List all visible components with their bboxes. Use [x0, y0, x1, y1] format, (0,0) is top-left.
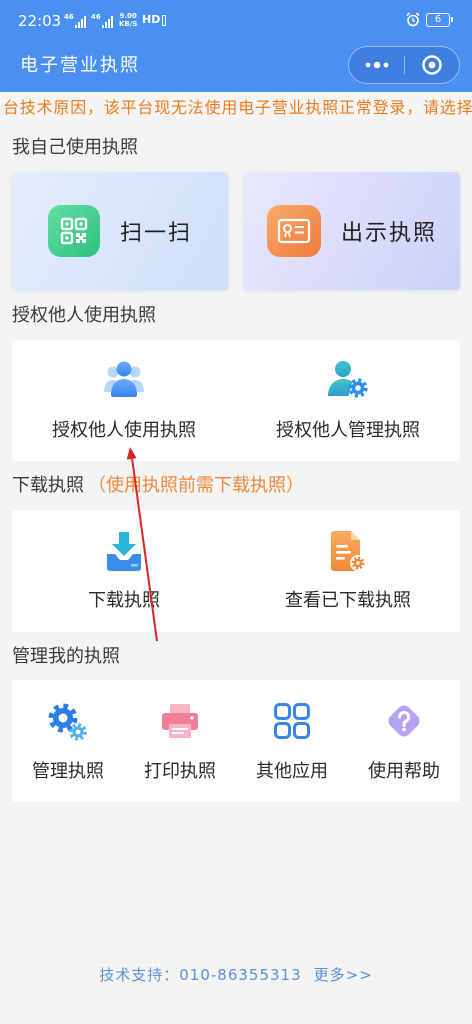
qr-code-icon: [47, 205, 100, 257]
other-apps-button[interactable]: 其他应用: [236, 680, 348, 802]
target-circle-icon: [421, 55, 442, 75]
exit-button[interactable]: [404, 47, 459, 83]
section-title-manage: 管理我的执照: [12, 646, 120, 667]
download-license-label: 下载执照: [88, 590, 160, 611]
authorize-use-label: 授权他人使用执照: [52, 420, 196, 441]
manage-panel: 管理执照 打印执照 其他应用 使用帮助: [12, 680, 460, 802]
print-license-button[interactable]: 打印执照: [124, 680, 236, 802]
show-license-label: 出示执照: [340, 221, 437, 246]
download-license-button[interactable]: 下载执照: [12, 510, 236, 632]
battery-icon: 6: [426, 13, 453, 27]
nav-header: 电子营业执照: [0, 40, 472, 92]
network-type: 46: [91, 13, 101, 21]
more-button[interactable]: [349, 47, 404, 83]
gears-icon: [48, 703, 87, 741]
section-title-authorize: 授权他人使用执照: [12, 305, 156, 326]
mini-program-capsule: [348, 46, 460, 84]
show-license-button[interactable]: 出示执照: [244, 172, 460, 290]
help-label: 使用帮助: [368, 761, 440, 782]
footer-support: 技术支持：010-86355313 更多>>: [0, 962, 472, 988]
license-card-icon: [266, 205, 321, 257]
download-panel: 下载执照 查看已下载执照: [12, 510, 460, 632]
download-hint: （使用执照前需下载执照）: [88, 475, 304, 496]
printer-icon: [162, 704, 198, 738]
status-bar: 22:03 46 46 9.00 KB/S HD 6: [0, 0, 472, 40]
network-type: 46: [64, 13, 74, 21]
download-title: 下载执照: [12, 475, 84, 496]
authorize-manage-button[interactable]: 授权他人管理执照: [236, 340, 460, 461]
section-title-self-use: 我自己使用执照: [12, 137, 138, 158]
help-icon: [388, 705, 420, 737]
section-title-download: 下载执照 （使用执照前需下载执照）: [12, 472, 304, 500]
print-license-label: 打印执照: [144, 761, 216, 782]
network-speed: 9.00 KB/S: [119, 12, 137, 28]
user-group-icon: [104, 361, 144, 397]
notice-text: 台技术原因，该平台现无法使用电子营业执照正常登录，请选择: [3, 98, 472, 117]
alarm-clock-icon: [406, 12, 420, 27]
view-downloaded-button[interactable]: 查看已下载执照: [236, 510, 460, 632]
help-button[interactable]: 使用帮助: [348, 680, 460, 802]
download-icon: [107, 532, 141, 571]
authorize-use-button[interactable]: 授权他人使用执照: [12, 340, 236, 461]
signal-icon: 46: [91, 13, 113, 28]
notice-marquee: 台技术原因，该平台现无法使用电子营业执照正常登录，请选择: [0, 92, 472, 124]
page-title: 电子营业执照: [20, 55, 140, 76]
more-dots-icon: [365, 61, 388, 69]
speed-value: 9.00: [119, 12, 137, 20]
authorize-manage-label: 授权他人管理执照: [276, 420, 420, 441]
user-gear-icon: [328, 361, 368, 398]
manage-license-label: 管理执照: [32, 761, 104, 782]
scan-label: 扫一扫: [119, 221, 192, 246]
manage-license-button[interactable]: 管理执照: [12, 680, 124, 802]
document-gear-icon: [331, 531, 366, 571]
hd-label: HD: [142, 13, 161, 26]
signal-icon: 46: [64, 13, 86, 28]
scan-button[interactable]: 扫一扫: [12, 172, 228, 290]
support-label: 技术支持：: [99, 966, 180, 984]
more-link[interactable]: 更多>>: [314, 966, 373, 984]
other-apps-label: 其他应用: [256, 761, 328, 782]
status-time: 22:03: [18, 12, 62, 30]
hd-indicator: HD: [142, 13, 167, 27]
speed-unit: KB/S: [119, 20, 138, 28]
support-phone-link[interactable]: 010-86355313: [179, 966, 301, 984]
authorize-panel: 授权他人使用执照 授权他人管理执照: [12, 340, 460, 461]
apps-grid-icon: [274, 703, 310, 739]
view-downloaded-label: 查看已下载执照: [285, 590, 411, 611]
